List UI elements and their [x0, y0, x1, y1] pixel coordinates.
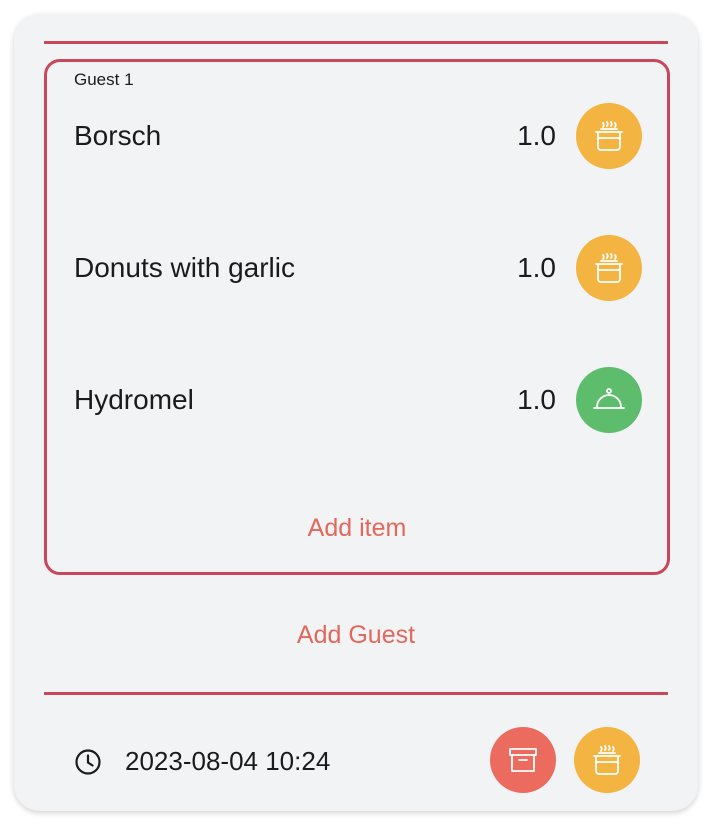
item-quantity: 1.0 [517, 384, 556, 415]
bottom-divider [44, 692, 668, 695]
item-quantity: 1.0 [517, 252, 556, 283]
clock-icon [75, 748, 101, 775]
order-item: Donuts with garlic 1.0 [74, 235, 642, 301]
guest-section: Guest 1 Borsch 1.0 Donuts with garlic 1.… [44, 59, 670, 575]
item-name: Donuts with garlic [74, 252, 295, 283]
order-card: Guest 1 Borsch 1.0 Donuts with garlic 1.… [14, 14, 698, 811]
item-name: Hydromel [74, 384, 194, 415]
guest-title: Guest 1 [74, 70, 134, 89]
cooking-pot-icon [595, 253, 623, 283]
order-item: Borsch 1.0 [74, 103, 642, 169]
order-timestamp: 2023-08-04 10:24 [74, 746, 330, 777]
order-item: Hydromel 1.0 [74, 367, 642, 433]
cooking-pot-icon [595, 121, 623, 151]
add-item-button[interactable]: Add item [47, 514, 667, 543]
cooking-status-button[interactable] [574, 727, 640, 793]
item-status-button[interactable] [576, 235, 642, 301]
item-name: Borsch [74, 120, 162, 151]
serving-cloche-icon [593, 388, 625, 409]
add-guest-button[interactable]: Add Guest [14, 621, 698, 650]
item-quantity: 1.0 [517, 120, 556, 151]
item-status-button[interactable] [576, 103, 642, 169]
archive-box-icon [509, 748, 537, 772]
timestamp-text: 2023-08-04 10:24 [125, 746, 331, 776]
cooking-pot-icon [593, 745, 621, 775]
archive-button[interactable] [490, 727, 556, 793]
item-status-button[interactable] [576, 367, 642, 433]
top-divider [44, 41, 668, 44]
